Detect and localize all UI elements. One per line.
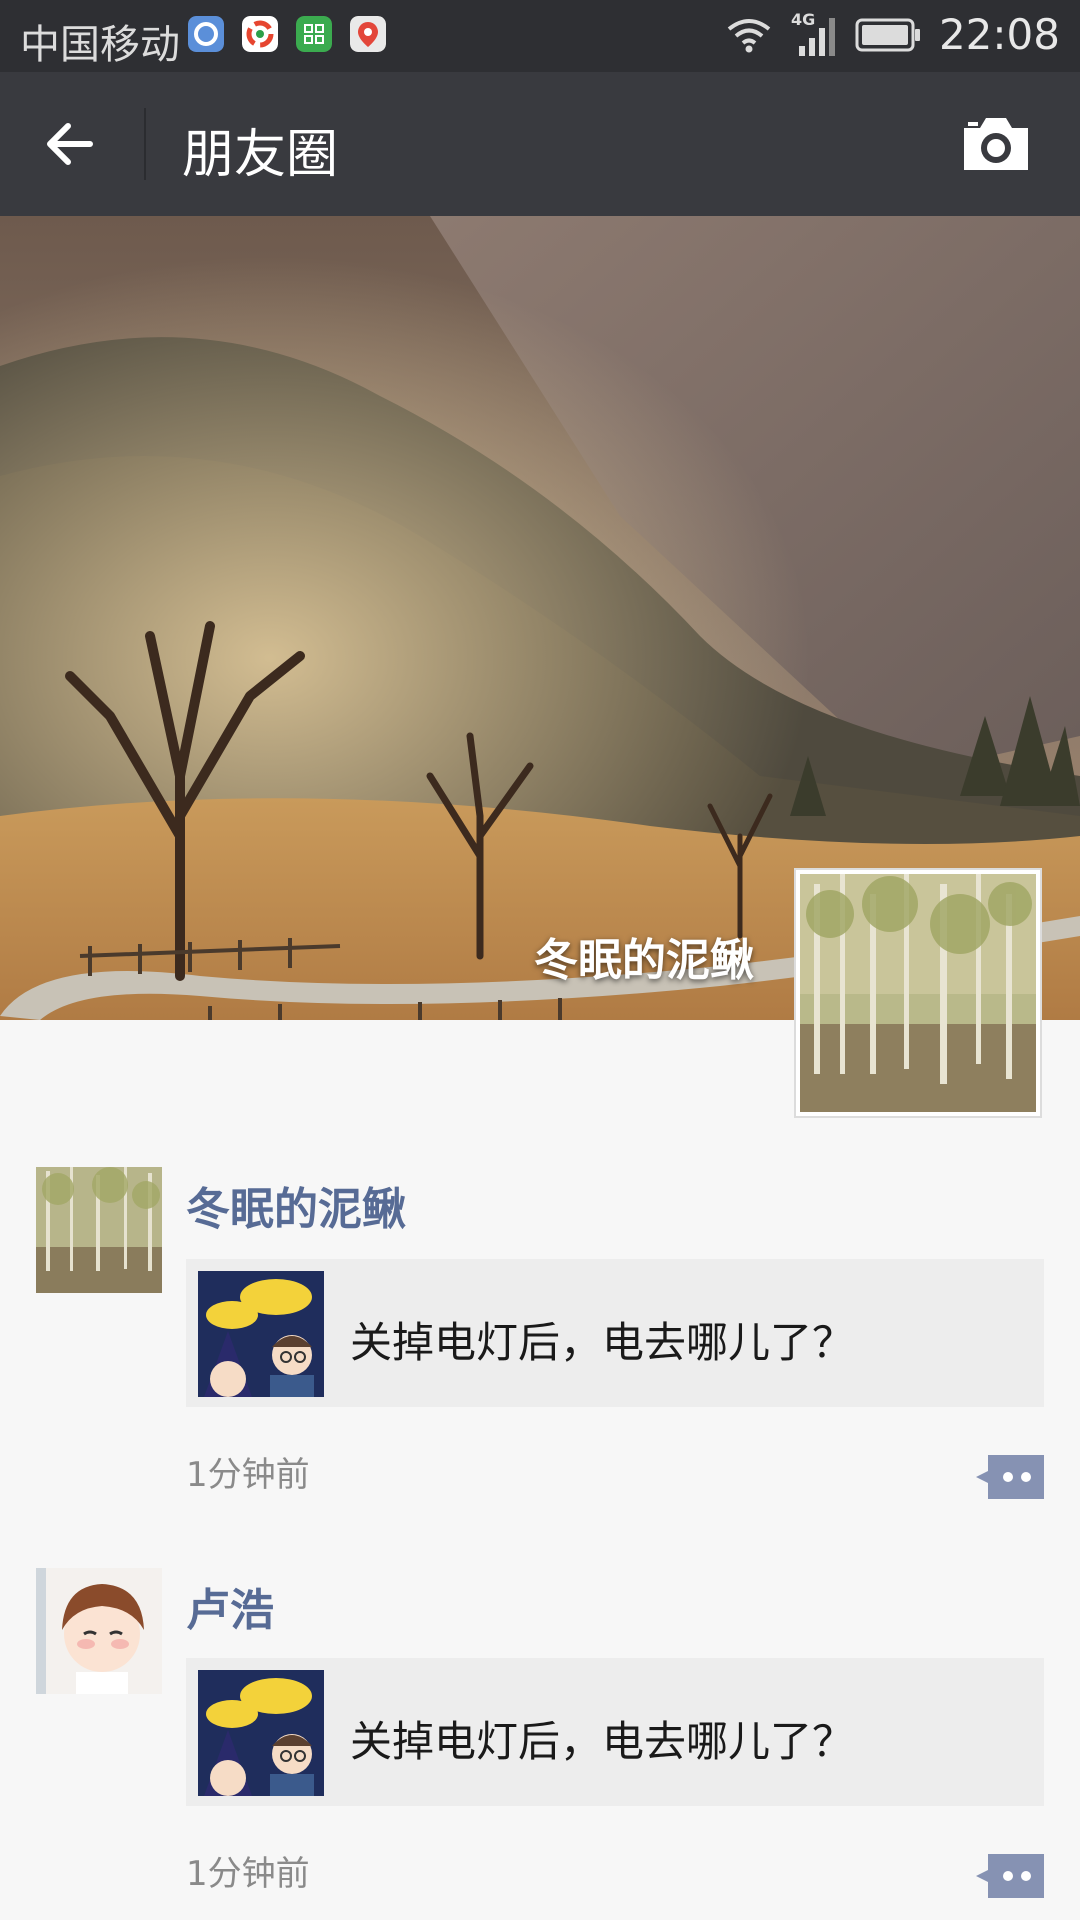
wifi-icon [727, 18, 771, 52]
post-author-name[interactable]: 卢浩 [186, 1574, 274, 1638]
link-thumbnail [198, 1670, 324, 1796]
camera-icon[interactable] [960, 114, 1032, 174]
post-timestamp: 1分钟前 [186, 1455, 310, 1495]
profile-avatar[interactable] [794, 868, 1042, 1118]
browser-app-icon [188, 16, 224, 52]
store-app-icon [242, 16, 278, 52]
shared-link-card[interactable]: 关掉电灯后，电去哪儿了？ [186, 1259, 1044, 1407]
status-bar: 中国移动 4G 22:08 [0, 0, 1080, 72]
birch-forest-avatar-image [800, 874, 1036, 1112]
notification-icons [188, 16, 386, 52]
cartoon-boy-avatar-image [36, 1568, 162, 1694]
moment-post: 卢浩 关掉电灯后，电去哪儿了？ 1分钟前 [0, 1568, 1080, 1908]
comment-menu-icon[interactable] [976, 1854, 1044, 1898]
cover-username: 冬眠的泥鳅 [534, 935, 754, 986]
link-thumbnail [198, 1271, 324, 1397]
cartoon-thumbnail-image [198, 1271, 324, 1397]
shared-link-card[interactable]: 关掉电灯后，电去哪儿了？ [186, 1658, 1044, 1806]
cellular-signal: 4G [791, 10, 837, 58]
signal-icon [798, 17, 835, 56]
page-title: 朋友圈 [182, 125, 339, 185]
title-bar: 朋友圈 [0, 72, 1080, 216]
post-author-name[interactable]: 冬眠的泥鳅 [186, 1173, 406, 1237]
link-title: 关掉电灯后，电去哪儿了？ [350, 1318, 855, 1367]
map-app-icon [350, 16, 386, 52]
comment-menu-icon[interactable] [976, 1455, 1044, 1499]
post-author-avatar[interactable] [36, 1167, 162, 1293]
battery-icon [855, 18, 920, 51]
grid-app-icon [296, 16, 332, 52]
moment-post: 冬眠的泥鳅 关掉电灯后，电去哪儿了？ 1分钟前 [0, 1167, 1080, 1499]
birch-forest-avatar-image [36, 1167, 162, 1293]
back-arrow-icon[interactable] [40, 112, 104, 176]
title-divider [144, 108, 146, 180]
cartoon-thumbnail-image [198, 1670, 324, 1796]
carrier-label: 中国移动 [20, 22, 180, 68]
status-right: 4G 22:08 [725, 10, 1060, 59]
post-timestamp: 1分钟前 [186, 1854, 310, 1894]
clock: 22:08 [938, 10, 1060, 59]
link-title: 关掉电灯后，电去哪儿了？ [350, 1717, 855, 1766]
post-author-avatar[interactable] [36, 1568, 162, 1694]
